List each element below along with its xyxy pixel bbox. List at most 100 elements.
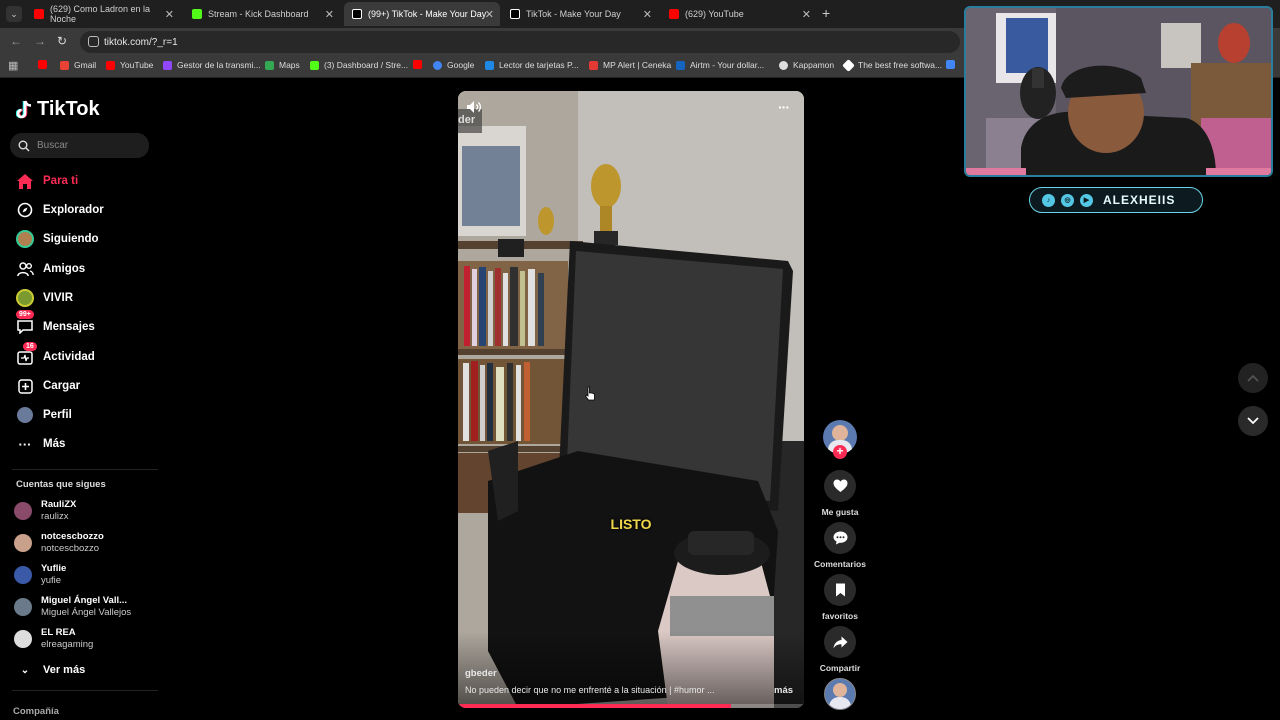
footer-company-link[interactable]: Compañía <box>13 706 59 717</box>
search-placeholder: Buscar <box>37 140 69 151</box>
following-item[interactable]: EL REA elreagaming <box>14 625 93 653</box>
following-item[interactable]: Yuflie yufie <box>14 561 66 589</box>
nav-perfil[interactable]: Perfil <box>16 404 72 426</box>
webcam-overlay <box>964 6 1273 177</box>
bookmark-icon <box>835 583 845 597</box>
youtube-icon <box>34 9 44 19</box>
tab-title: (629) Como Ladron en la Noche <box>50 4 151 24</box>
compass-icon <box>16 201 34 219</box>
back-icon[interactable]: ← <box>10 34 22 48</box>
like-button[interactable] <box>824 470 856 502</box>
nav-vivir[interactable]: VIVIR <box>16 287 73 309</box>
home-icon <box>16 172 34 190</box>
nav-mensajes[interactable]: Mensajes 99+ <box>16 310 95 338</box>
reload-icon[interactable]: ↻ <box>57 34 67 48</box>
tab-title: TikTok - Make Your Day <box>526 9 621 19</box>
video-player[interactable]: der ··· LISTO gbeder No pueden decir que… <box>458 91 804 708</box>
music-disc-avatar[interactable] <box>824 678 856 710</box>
bookmark-youtube[interactable]: YouTube <box>106 60 153 70</box>
search-icon <box>18 140 30 152</box>
following-item[interactable]: RauliZX raulizx <box>14 497 76 525</box>
bookmark-dashboard[interactable]: (3) Dashboard / Stre... <box>310 60 408 70</box>
bookmark-lector[interactable]: Lector de tarjetas P... <box>485 60 579 70</box>
video-caption: No pueden decir que no me enfrenté a la … <box>465 685 715 695</box>
nav-actividad[interactable]: Actividad 16 <box>16 342 95 368</box>
tab-search-icon[interactable]: ⌄ <box>6 6 22 22</box>
share-icon <box>833 636 847 648</box>
video-progress-track[interactable] <box>458 704 804 708</box>
comment-icon <box>833 531 847 545</box>
apps-grid-icon[interactable]: ▦ <box>8 59 18 72</box>
nav-explorador[interactable]: Explorador <box>16 199 104 221</box>
mp-alert-icon <box>589 60 598 70</box>
youtube-icon <box>413 60 422 69</box>
tab-youtube-como-ladron[interactable]: (629) Como Ladron en la Noche ✕ <box>26 2 180 26</box>
following-item[interactable]: Miguel Ángel Vall... Miguel Ángel Vallejo… <box>14 593 131 621</box>
close-icon[interactable]: ✕ <box>325 8 334 21</box>
caption-more-link[interactable]: más <box>774 685 793 696</box>
following-avatar-icon <box>16 230 34 248</box>
forward-icon[interactable]: → <box>34 34 46 48</box>
site-info-icon[interactable] <box>88 36 99 47</box>
webcam-feed <box>966 8 1271 175</box>
bookmark-best-free-software[interactable]: The best free softwa... <box>842 58 942 72</box>
close-icon[interactable]: ✕ <box>802 8 811 21</box>
bookmark-item[interactable] <box>413 60 427 69</box>
bookmark-maps[interactable]: Maps <box>265 60 300 70</box>
tiktok-logo[interactable]: TikTok <box>16 98 100 121</box>
nav-para-ti[interactable]: Para ti <box>16 170 78 192</box>
avatar <box>14 598 32 616</box>
search-input[interactable]: Buscar <box>10 133 149 158</box>
airtm-icon <box>676 60 685 70</box>
maps-icon <box>265 60 274 70</box>
favorites-label: favoritos <box>822 611 858 621</box>
tab-kick-dashboard[interactable]: Stream - Kick Dashboard ✕ <box>184 2 340 26</box>
nav-cargar[interactable]: Cargar <box>16 375 80 397</box>
comment-button[interactable] <box>824 522 856 554</box>
kick-icon <box>310 60 319 70</box>
avatar <box>14 534 32 552</box>
bookmark-kappamon[interactable]: Kappamon <box>779 60 834 70</box>
share-button[interactable] <box>824 626 856 658</box>
messages-badge: 99+ <box>16 310 34 319</box>
streamer-handle-badge: ♪ ◎ ▶ ALEXHEIIS <box>1029 187 1203 213</box>
translate-icon[interactable] <box>946 60 960 69</box>
close-icon[interactable]: ✕ <box>165 8 174 21</box>
nav-siguiendo[interactable]: Siguiendo <box>16 228 99 250</box>
kick-icon <box>192 9 202 19</box>
video-corner-text: der <box>458 114 476 126</box>
avatar <box>14 566 32 584</box>
bookmark-item[interactable] <box>38 60 52 69</box>
bookmark-airtm[interactable]: Airtm - Your dollar... <box>676 60 764 70</box>
tab-tiktok-active[interactable]: (99+) TikTok - Make Your Day ✕ <box>344 2 500 26</box>
close-icon[interactable]: ✕ <box>643 8 652 21</box>
follow-plus-icon[interactable]: + <box>833 445 847 459</box>
live-icon <box>16 289 34 307</box>
nav-amigos[interactable]: Amigos <box>16 258 85 280</box>
tab-youtube[interactable]: (629) YouTube ✕ <box>661 2 817 26</box>
nav-mas[interactable]: ··· Más <box>16 433 66 455</box>
next-video-button[interactable] <box>1238 406 1268 436</box>
address-bar[interactable]: tiktok.com/?_r=1 <box>80 31 960 53</box>
previous-video-button[interactable] <box>1238 363 1268 393</box>
video-progress-fill <box>458 704 732 708</box>
close-icon[interactable]: ✕ <box>485 8 494 21</box>
comments-label: Comentarios <box>814 559 866 569</box>
see-more-button[interactable]: ⌄ Ver más <box>16 659 85 681</box>
video-username[interactable]: gbeder <box>465 668 497 679</box>
more-options-icon[interactable]: ··· <box>778 99 790 115</box>
bookmark-mp-alert[interactable]: MP Alert | Ceneka <box>589 60 671 70</box>
kappamon-icon <box>779 60 788 70</box>
bookmark-gmail[interactable]: Gmail <box>60 60 96 70</box>
twitch-icon <box>163 60 172 70</box>
volume-icon[interactable] <box>466 100 482 114</box>
following-item[interactable]: notcescbozzo notcescbozzo <box>14 529 104 557</box>
youtube-icon <box>669 9 679 19</box>
bookmark-google[interactable]: Google <box>433 60 474 70</box>
new-tab-button[interactable]: + <box>822 5 830 21</box>
bookmark-gestor[interactable]: Gestor de la transmi... <box>163 60 261 70</box>
video-overlay-text: LISTO <box>610 516 652 532</box>
favorites-button[interactable] <box>824 574 856 606</box>
tab-tiktok[interactable]: TikTok - Make Your Day ✕ <box>502 2 658 26</box>
brand-name: TikTok <box>37 98 100 120</box>
